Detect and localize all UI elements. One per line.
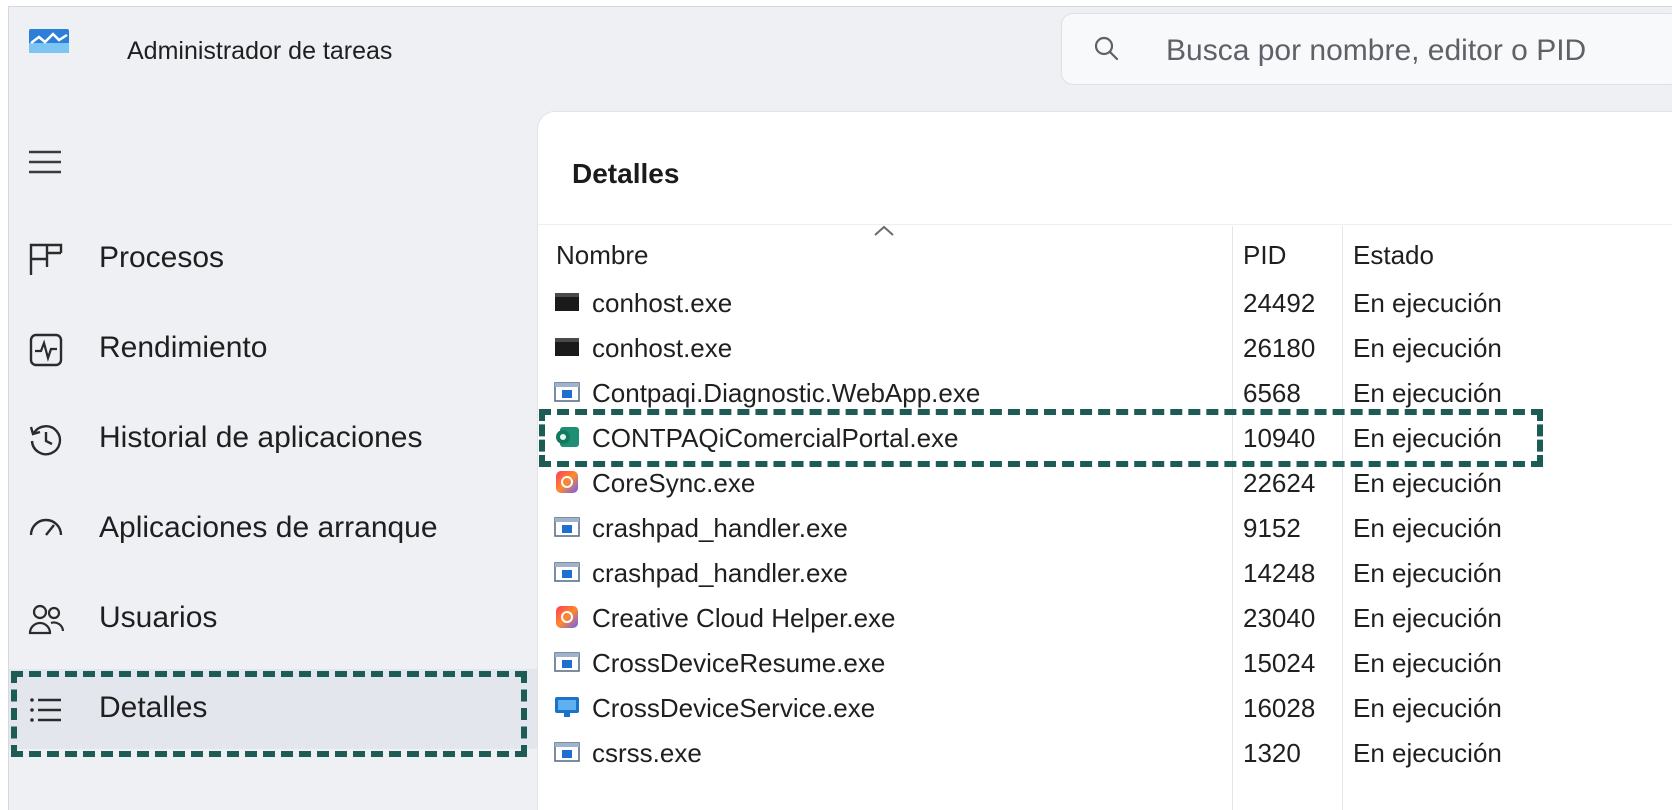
process-state: En ejecución	[1353, 513, 1502, 543]
process-pid: 23040	[1243, 603, 1316, 633]
task-manager-icon	[29, 29, 69, 53]
process-name: CrossDeviceResume.exe	[592, 648, 886, 678]
table-row[interactable]: CrossDeviceResume.exe 15024 En ejecución	[538, 644, 1672, 689]
process-state: En ejecución	[1353, 468, 1502, 498]
process-name: crashpad_handler.exe	[592, 513, 848, 543]
table-row[interactable]: conhost.exe 24492 En ejecución	[538, 284, 1672, 329]
process-pid: 26180	[1243, 333, 1316, 363]
table-row[interactable]: Creative Cloud Helper.exe 23040 En ejecu…	[538, 599, 1672, 644]
task-manager-window: Administrador de tareas Busca por nombre…	[8, 6, 1672, 810]
process-state: En ejecución	[1353, 738, 1502, 768]
process-name: CrossDeviceService.exe	[592, 693, 876, 723]
search-placeholder: Busca por nombre, editor o PID	[1166, 34, 1587, 67]
table-row[interactable]: CONTPAQiComercialPortal.exe 10940 En eje…	[538, 419, 1672, 464]
app-window-icon	[554, 382, 580, 402]
cross-device-icon	[555, 697, 579, 717]
column-header-state[interactable]: Estado	[1353, 240, 1434, 271]
process-state: En ejecución	[1353, 558, 1502, 588]
sidebar-item-label: Rendimiento	[99, 331, 268, 364]
processes-grid-icon	[29, 243, 63, 275]
sidebar-item-detalles[interactable]: Detalles	[9, 669, 539, 749]
process-state: En ejecución	[1353, 693, 1502, 723]
table-row[interactable]: csrss.exe 1320 En ejecución	[538, 734, 1672, 779]
search-input[interactable]: Busca por nombre, editor o PID	[1061, 13, 1672, 85]
app-window-icon	[554, 562, 580, 582]
process-name: Contpaqi.Diagnostic.WebApp.exe	[592, 378, 981, 408]
app-window-icon	[554, 652, 580, 672]
console-icon	[555, 293, 579, 311]
table-row[interactable]: conhost.exe 26180 En ejecución	[538, 329, 1672, 374]
process-state: En ejecución	[1353, 648, 1502, 678]
app-window-icon	[554, 742, 580, 762]
table-row[interactable]: CoreSync.exe 22624 En ejecución	[538, 464, 1672, 509]
search-icon	[1094, 36, 1119, 61]
process-pid: 22624	[1243, 468, 1316, 498]
process-pid: 14248	[1243, 558, 1316, 588]
app-title: Administrador de tareas	[127, 37, 393, 65]
app-window-icon	[554, 517, 580, 537]
process-pid: 10940	[1243, 423, 1316, 453]
history-clock-icon	[29, 425, 62, 456]
process-state: En ejecución	[1353, 333, 1502, 363]
sidebar-item-usuarios[interactable]: Usuarios	[9, 579, 539, 659]
hamburger-icon[interactable]	[27, 147, 63, 177]
process-pid: 6568	[1243, 378, 1301, 408]
process-name: conhost.exe	[592, 333, 733, 363]
process-pid: 16028	[1243, 693, 1316, 723]
startup-speedometer-icon	[29, 518, 63, 536]
sidebar-item-historial[interactable]: Historial de aplicaciones	[9, 399, 539, 479]
process-name: csrss.exe	[592, 738, 702, 768]
process-state: En ejecución	[1353, 423, 1502, 453]
process-name: crashpad_handler.exe	[592, 558, 848, 588]
table-row[interactable]: Contpaqi.Diagnostic.WebApp.exe 6568 En e…	[538, 374, 1672, 419]
process-pid: 24492	[1243, 288, 1316, 318]
process-name: CONTPAQiComercialPortal.exe	[592, 423, 959, 453]
process-pid: 9152	[1243, 513, 1301, 543]
process-pid: 1320	[1243, 738, 1301, 768]
creative-cloud-icon	[556, 606, 578, 628]
process-name: CoreSync.exe	[592, 468, 756, 498]
process-state: En ejecución	[1353, 603, 1502, 633]
process-pid: 15024	[1243, 648, 1316, 678]
creative-cloud-icon	[556, 471, 578, 493]
process-state: En ejecución	[1353, 378, 1502, 408]
process-state: En ejecución	[1353, 288, 1502, 318]
contpaqi-icon	[556, 427, 579, 447]
sidebar-item-rendimiento[interactable]: Rendimiento	[9, 309, 539, 389]
sidebar-item-arranque[interactable]: Aplicaciones de arranque	[9, 489, 539, 569]
sidebar-item-label: Detalles	[99, 691, 208, 724]
table-row[interactable]: CrossDeviceService.exe 16028 En ejecució…	[538, 689, 1672, 734]
table-row[interactable]: crashpad_handler.exe 9152 En ejecución	[538, 509, 1672, 554]
console-icon	[555, 338, 579, 356]
sidebar-item-label: Historial de aplicaciones	[99, 421, 423, 454]
column-header-name[interactable]: Nombre	[556, 240, 648, 271]
process-name: conhost.exe	[592, 288, 733, 318]
page-title: Detalles	[572, 158, 680, 189]
users-icon	[28, 604, 65, 635]
process-name: Creative Cloud Helper.exe	[592, 603, 896, 633]
column-header-pid[interactable]: PID	[1243, 240, 1286, 271]
sidebar-item-procesos[interactable]: Procesos	[9, 219, 539, 299]
sidebar-item-label: Aplicaciones de arranque	[99, 511, 438, 544]
sidebar-item-label: Usuarios	[99, 601, 218, 634]
sidebar-item-label: Procesos	[99, 241, 225, 274]
sort-ascending-icon	[874, 225, 894, 236]
performance-pulse-icon	[29, 333, 63, 367]
details-panel: Detalles Nombre PID Estado conhost.exe 2…	[537, 111, 1672, 810]
table-row[interactable]: crashpad_handler.exe 14248 En ejecución	[538, 554, 1672, 599]
details-list-icon	[30, 698, 61, 722]
header-divider	[538, 224, 1672, 225]
